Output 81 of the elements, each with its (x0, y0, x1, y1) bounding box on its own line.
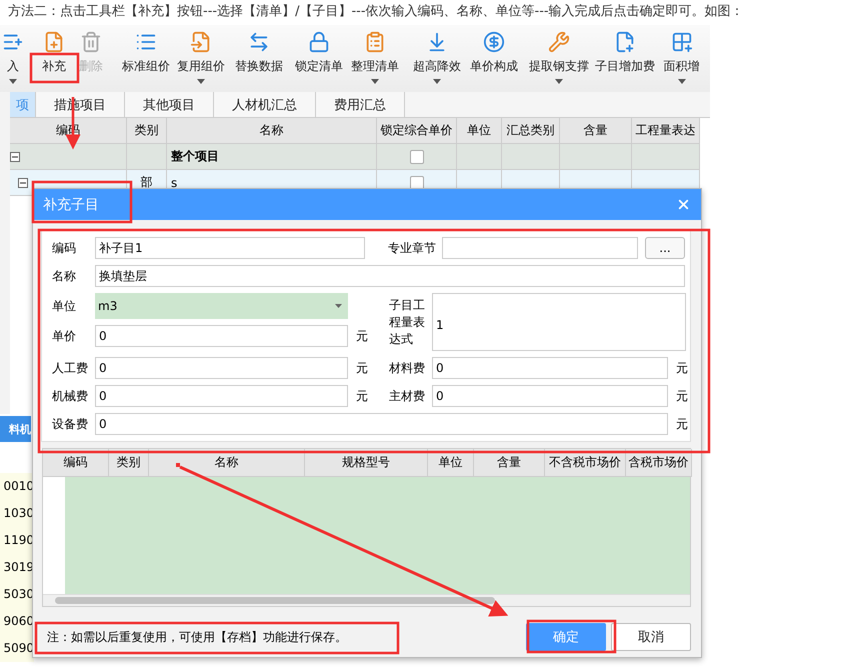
checkbox[interactable] (410, 176, 424, 190)
column-header: 工程量表达 (632, 118, 700, 144)
browse-button[interactable]: ... (645, 237, 685, 259)
input-field[interactable]: 0 (95, 385, 348, 407)
file-arrow-icon (190, 31, 212, 53)
input-field[interactable]: 0 (432, 357, 668, 379)
field-label: 人工费 (52, 360, 89, 376)
caret-icon (335, 304, 342, 308)
trash-icon (80, 31, 102, 53)
field-label: 主材费 (389, 388, 426, 404)
column-header: 锁定综合单价 (377, 118, 457, 144)
swap-icon (248, 31, 270, 53)
instruction-text: 方法二：点击工具栏【补充】按钮---选择【清单】/【子目】---依次输入编码、名称、单位等---输入完成后点击确定即可。如图： (7, 3, 745, 21)
toolbar-button[interactable]: 面积增 (659, 29, 704, 84)
collapse-icon[interactable] (18, 178, 28, 188)
caret-icon (197, 79, 205, 84)
unit-label: 元 (355, 328, 368, 344)
clipboard-list-icon (364, 31, 386, 53)
field-label: 编码 (52, 240, 77, 256)
input-field[interactable]: 0 (95, 357, 348, 379)
input-field[interactable] (442, 237, 638, 259)
coin-icon (483, 31, 505, 53)
caret-icon (9, 79, 17, 84)
grid-plus-icon (670, 31, 692, 53)
column-header: 名称 (167, 118, 377, 144)
field-label: 设备费 (52, 416, 89, 432)
collapse-icon[interactable] (10, 152, 20, 162)
unit-label: 元 (675, 360, 688, 376)
column-header: 单位 (457, 118, 502, 144)
field-label: 名称 (52, 268, 77, 284)
unit-label: 元 (355, 388, 368, 404)
input-field[interactable]: 1 (432, 293, 686, 351)
scrollbar[interactable] (43, 594, 690, 606)
toolbar-button[interactable]: 标准组价 (120, 29, 172, 75)
toolbar-button[interactable]: 替换数据 (231, 29, 287, 75)
close-icon (676, 197, 691, 212)
input-field[interactable]: 0 (95, 325, 348, 347)
table-cell (632, 144, 700, 170)
input-field[interactable]: 补子目1 (95, 237, 365, 259)
toolbar-button[interactable]: 补充 (33, 29, 75, 75)
toolbar-button[interactable]: 整理清单 (349, 29, 401, 84)
column-header: 含量 (560, 118, 632, 144)
input-field[interactable]: 0 (432, 385, 668, 407)
caret-icon (555, 79, 563, 84)
toolbar-button[interactable]: 单价构成 (467, 29, 521, 75)
field-label: 单位 (52, 298, 77, 314)
note-text: 注：如需以后重复使用，可使用【存档】功能进行保存。 (47, 628, 347, 646)
field-label: 专业章节 (388, 240, 437, 256)
dialog-title: 补充子目 (43, 196, 99, 214)
checkbox[interactable] (410, 150, 424, 164)
file-plus-icon (614, 31, 636, 53)
lock-icon (308, 31, 330, 53)
input-field[interactable]: 0 (95, 413, 668, 435)
table-cell (560, 144, 632, 170)
table-cell (502, 144, 560, 170)
toolbar-button[interactable]: 子目增加费 (594, 29, 656, 75)
table-cell: 整个项目 (167, 144, 377, 170)
toolbar-button[interactable]: 入 (0, 29, 26, 84)
cancel-button[interactable]: 取消 (611, 623, 691, 651)
unit-label: 元 (355, 360, 368, 376)
annotation-box (30, 52, 80, 84)
toolbar-button[interactable]: 锁定清单 (293, 29, 345, 75)
toolbar-button[interactable]: 超高降效 (411, 29, 463, 84)
column-header: 汇总类别 (502, 118, 560, 144)
field-label: 机械费 (52, 388, 89, 404)
caret-icon (433, 79, 441, 84)
caret-icon (371, 79, 379, 84)
input-field[interactable]: 换填垫层 (95, 265, 685, 287)
toolbar-button[interactable]: 提取钢支撑 (527, 29, 591, 84)
caret-icon (678, 79, 686, 84)
dropdown[interactable]: m3 (95, 293, 348, 319)
field-label: 子目工程量表达式 (389, 296, 426, 348)
file-plus-icon (43, 31, 65, 53)
close-button[interactable] (676, 197, 691, 212)
field-label: 材料费 (389, 360, 426, 376)
wrench-icon (548, 31, 570, 53)
column-header: 类别 (127, 118, 167, 144)
field-label: 单价 (52, 328, 77, 344)
unit-label: 元 (675, 416, 688, 432)
unit-label: 元 (675, 388, 688, 404)
toolbar-button[interactable]: 复用组价 (175, 29, 227, 84)
